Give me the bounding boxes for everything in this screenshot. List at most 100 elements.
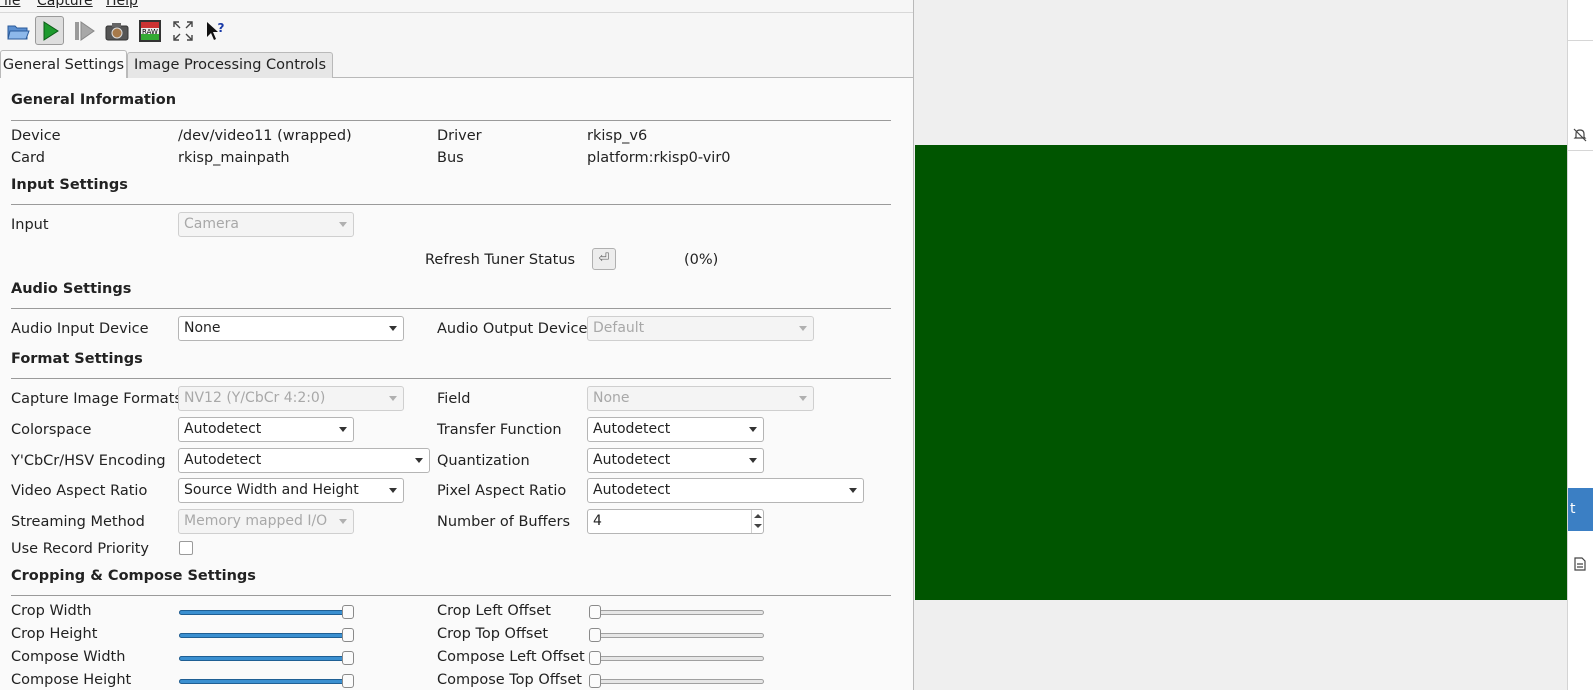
encoding-label: Y'CbCr/HSV Encoding	[11, 453, 166, 469]
quantization-label: Quantization	[437, 453, 530, 469]
video-preview	[915, 145, 1567, 600]
encoding-select[interactable]: Autodetect	[178, 448, 430, 473]
cropping-compose-heading: Cropping & Compose Settings	[11, 568, 256, 584]
svg-text:?: ?	[217, 21, 224, 35]
menu-capture[interactable]: Capture	[37, 0, 93, 9]
transfer-function-value: Autodetect	[593, 421, 670, 437]
preview-window-margin	[915, 0, 1567, 145]
device-label: Device	[11, 128, 61, 144]
menu-help[interactable]: Help	[106, 0, 138, 9]
card-value: rkisp_mainpath	[178, 150, 290, 166]
background-window-strip: t	[1567, 0, 1593, 690]
number-of-buffers-value: 4	[593, 513, 602, 529]
compose-left-offset-slider[interactable]	[589, 651, 764, 665]
menu-file[interactable]: File	[0, 0, 20, 9]
chevron-down-icon	[749, 427, 757, 432]
slider-handle[interactable]	[342, 605, 354, 619]
start-capture-icon[interactable]	[35, 16, 64, 45]
snapshot-camera-icon[interactable]	[102, 16, 131, 45]
refresh-tuner-button[interactable]: ⏎	[592, 248, 616, 270]
open-folder-icon[interactable]	[3, 16, 32, 45]
bus-label: Bus	[437, 150, 464, 166]
crop-left-offset-slider[interactable]	[589, 605, 764, 619]
use-record-priority-checkbox[interactable]	[179, 541, 193, 555]
pixel-aspect-ratio-label: Pixel Aspect Ratio	[437, 483, 566, 499]
quantization-select[interactable]: Autodetect	[587, 448, 764, 473]
slider-handle[interactable]	[589, 674, 601, 688]
document-icon[interactable]	[1574, 557, 1586, 575]
chevron-down-icon	[389, 396, 397, 401]
audio-output-device-value: Default	[593, 320, 644, 336]
svg-text:RAW: RAW	[142, 28, 158, 36]
compose-height-label: Compose Height	[11, 672, 131, 688]
number-of-buffers-spinbox[interactable]: 4	[587, 509, 764, 534]
capture-image-formats-value: NV12 (Y/CbCr 4:2:0)	[184, 390, 325, 406]
slider-handle[interactable]	[589, 628, 601, 642]
driver-value: rkisp_v6	[587, 128, 647, 144]
tab-general-settings[interactable]: General Settings	[0, 50, 127, 79]
mute-icon[interactable]	[1573, 128, 1587, 146]
crop-width-slider[interactable]	[179, 605, 354, 619]
audio-output-device-select[interactable]: Default	[587, 316, 814, 341]
card-label: Card	[11, 150, 45, 166]
menu-bar: File Capture Help	[0, 0, 914, 10]
chevron-down-icon	[849, 488, 857, 493]
field-value: None	[593, 390, 630, 406]
crop-top-offset-label: Crop Top Offset	[437, 626, 548, 642]
step-frame-icon[interactable]	[69, 16, 98, 45]
capture-image-formats-select[interactable]: NV12 (Y/CbCr 4:2:0)	[178, 386, 404, 411]
crop-top-offset-slider[interactable]	[589, 628, 764, 642]
input-select[interactable]: Camera	[178, 212, 354, 237]
audio-input-device-value: None	[184, 320, 221, 336]
chevron-down-icon	[799, 396, 807, 401]
device-value: /dev/video11 (wrapped)	[178, 128, 352, 144]
streaming-method-select[interactable]: Memory mapped I/O	[178, 509, 354, 534]
compose-width-label: Compose Width	[11, 649, 125, 665]
compose-width-slider[interactable]	[179, 651, 354, 665]
field-label: Field	[437, 391, 470, 407]
audio-input-device-label: Audio Input Device	[11, 321, 149, 337]
colorspace-select[interactable]: Autodetect	[178, 417, 354, 442]
general-settings-panel: General Information Device /dev/video11 …	[0, 78, 914, 690]
format-settings-heading: Format Settings	[11, 351, 143, 367]
raw-format-icon[interactable]: RAW	[135, 16, 164, 45]
colorspace-value: Autodetect	[184, 421, 261, 437]
tab-image-processing-controls[interactable]: Image Processing Controls	[127, 52, 333, 78]
slider-handle[interactable]	[342, 651, 354, 665]
general-information-heading: General Information	[11, 92, 176, 108]
slider-handle[interactable]	[589, 605, 601, 619]
crop-height-label: Crop Height	[11, 626, 97, 642]
slider-handle[interactable]	[342, 674, 354, 688]
audio-settings-heading: Audio Settings	[11, 281, 131, 297]
section-divider	[11, 378, 891, 379]
streaming-method-value: Memory mapped I/O	[184, 513, 327, 529]
transfer-function-select[interactable]: Autodetect	[587, 417, 764, 442]
video-aspect-ratio-value: Source Width and Height	[184, 482, 359, 498]
video-aspect-ratio-select[interactable]: Source Width and Height	[178, 478, 404, 503]
section-divider	[11, 308, 891, 309]
compose-top-offset-slider[interactable]	[589, 674, 764, 688]
pixel-aspect-ratio-select[interactable]: Autodetect	[587, 478, 864, 503]
chevron-down-icon	[339, 519, 347, 524]
slider-handle[interactable]	[589, 651, 601, 665]
chevron-down-icon	[799, 326, 807, 331]
spinbox-buttons	[751, 510, 763, 533]
spin-down-icon[interactable]	[754, 524, 762, 528]
toolbar: RAW ?	[0, 12, 914, 48]
bus-value: platform:rkisp0-vir0	[587, 150, 731, 166]
whats-this-help-icon[interactable]: ?	[200, 16, 229, 45]
preview-window-margin	[915, 600, 1567, 690]
input-settings-heading: Input Settings	[11, 177, 128, 193]
audio-input-device-select[interactable]: None	[178, 316, 404, 341]
streaming-method-label: Streaming Method	[11, 514, 145, 530]
section-divider	[11, 204, 891, 205]
compose-height-slider[interactable]	[179, 674, 354, 688]
crop-height-slider[interactable]	[179, 628, 354, 642]
field-select[interactable]: None	[587, 386, 814, 411]
partial-button[interactable]: t	[1568, 488, 1593, 531]
compose-left-offset-label: Compose Left Offset	[437, 649, 585, 665]
enter-return-icon: ⏎	[599, 251, 610, 266]
slider-handle[interactable]	[342, 628, 354, 642]
spin-up-icon[interactable]	[754, 514, 762, 518]
fullscreen-icon[interactable]	[168, 16, 197, 45]
